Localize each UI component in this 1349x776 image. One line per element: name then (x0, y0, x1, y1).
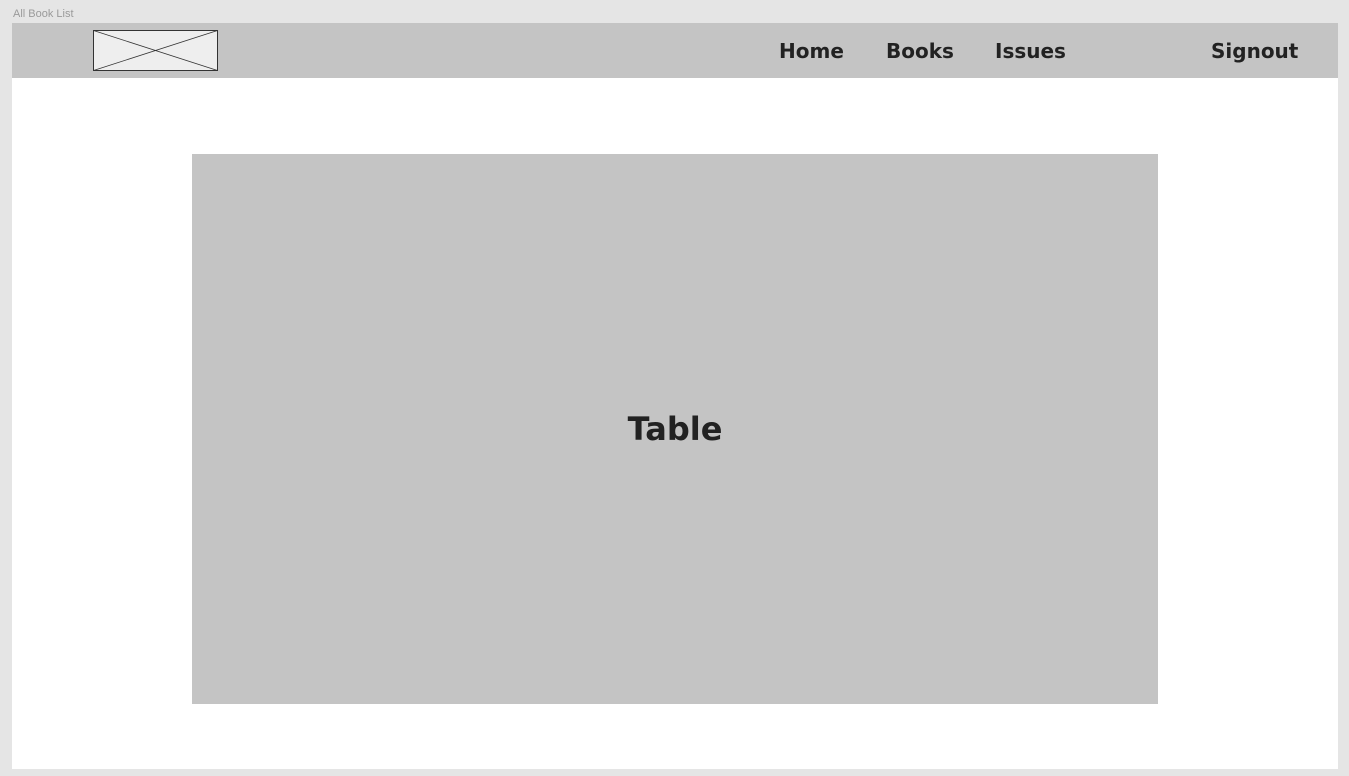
navbar: Home Books Issues Signout (12, 23, 1338, 78)
frame-label: All Book List (13, 8, 74, 20)
signout-link[interactable]: Signout (1211, 37, 1298, 65)
nav-books-link[interactable]: Books (886, 37, 954, 65)
page-frame: Home Books Issues Signout Table (12, 23, 1338, 769)
book-table-placeholder: Table (192, 154, 1158, 704)
table-label: Table (627, 410, 723, 448)
logo[interactable] (93, 30, 218, 71)
nav-issues-link[interactable]: Issues (995, 37, 1066, 65)
nav-home-link[interactable]: Home (779, 37, 844, 65)
image-placeholder-icon (93, 30, 218, 71)
